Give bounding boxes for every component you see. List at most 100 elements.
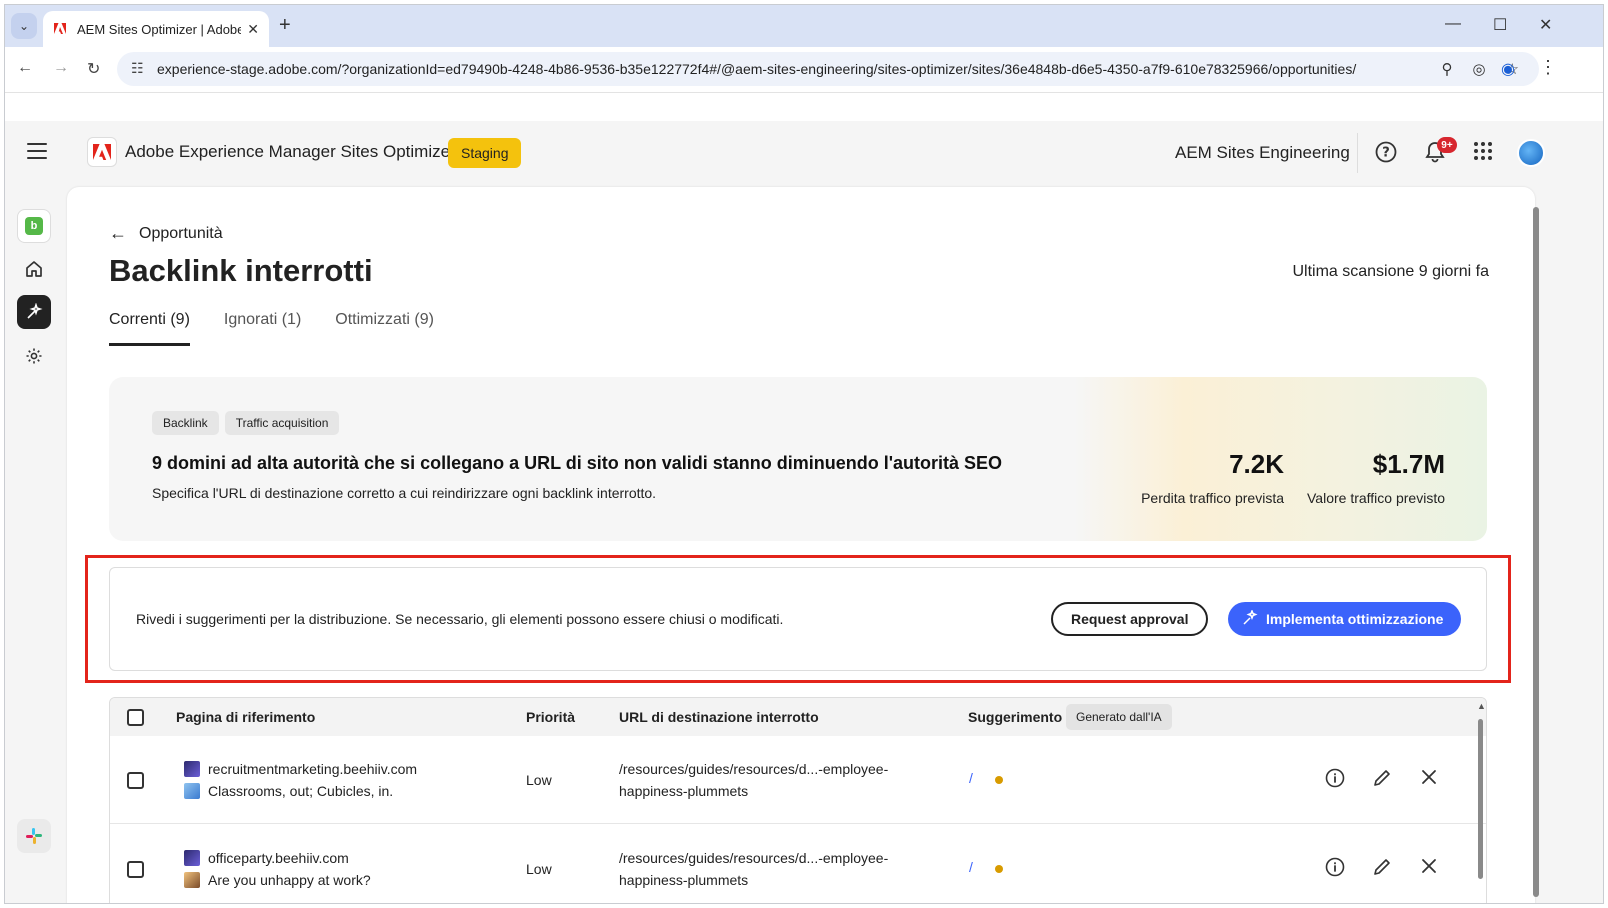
broken-url-line: happiness-plummets (619, 872, 749, 888)
broken-url-line: /resources/guides/resources/d...-employe… (619, 850, 889, 866)
metric-value: 7.2K (1229, 449, 1284, 479)
page-scrollbar[interactable] (1533, 207, 1539, 897)
svg-text:?: ? (1382, 146, 1390, 161)
broken-url-cell: /resources/guides/resources/d...-employe… (619, 758, 888, 802)
deploy-action-bar: Rivedi i suggerimenti per la distribuzio… (109, 567, 1487, 671)
metric-label: Valore traffico previsto (1307, 490, 1445, 506)
info-icon[interactable] (1325, 857, 1345, 883)
back-to-opportunities-link[interactable]: ← Opportunità (109, 223, 223, 244)
referring-page-title: Classrooms, out; Cubicles, in. (208, 783, 394, 799)
back-arrow-icon: ← (109, 223, 127, 243)
browser-toolbar: ← → ↻ ☷ experience-stage.adobe.com/?orga… (5, 47, 1603, 93)
tab-optimized[interactable]: Ottimizzati (9) (335, 311, 434, 346)
row-checkbox[interactable] (127, 861, 144, 878)
reload-icon[interactable]: ↻ (87, 59, 100, 79)
backlinks-table: Pagina di riferimento Priorità URL di de… (109, 697, 1487, 903)
tracking-protection-icon[interactable]: ◎ (1472, 60, 1485, 78)
table-scroll-up-icon[interactable]: ▲ (1477, 701, 1486, 711)
maximize-icon[interactable]: ☐ (1493, 15, 1507, 35)
implement-button-label: Implementa ottimizzazione (1266, 611, 1444, 627)
opportunity-summary-card: Backlink Traffic acquisition 9 domini ad… (109, 377, 1487, 541)
site-info-icon[interactable]: ☷ (131, 60, 144, 77)
table-row: recruitmentmarketing.beehiiv.com Classro… (110, 736, 1486, 824)
help-icon[interactable]: ? (1375, 141, 1397, 169)
home-icon[interactable] (17, 252, 51, 286)
status-dot (995, 865, 1003, 873)
request-approval-button[interactable]: Request approval (1051, 602, 1209, 636)
minimize-icon[interactable]: — (1445, 15, 1461, 33)
page-emoji-icon (184, 783, 200, 799)
tab-current[interactable]: Correnti (9) (109, 311, 190, 346)
column-header-referring-page[interactable]: Pagina di riferimento (176, 709, 315, 725)
notification-count-badge: 9+ (1437, 137, 1457, 153)
apps-grid-icon[interactable] (1473, 141, 1493, 167)
settings-gear-icon[interactable] (17, 339, 51, 373)
browser-profile-icon[interactable]: ◉ (1501, 59, 1515, 79)
hamburger-menu-icon[interactable] (27, 143, 47, 159)
action-bar-message: Rivedi i suggerimenti per la distribuzio… (136, 611, 784, 627)
org-switcher[interactable]: AEM Sites Engineering (1175, 143, 1350, 163)
opportunities-icon[interactable] (17, 295, 51, 329)
broken-url-cell: /resources/guides/resources/d...-employe… (619, 847, 888, 891)
page-title: Backlink interrotti (109, 253, 373, 288)
broken-url-line: happiness-plummets (619, 783, 749, 799)
opportunity-description: Specifica l'URL di destinazione corretto… (152, 485, 657, 501)
opportunity-headline: 9 domini ad alta autorità che si collega… (152, 453, 1003, 473)
column-header-suggestion[interactable]: Suggerimento (968, 709, 1062, 725)
metric-traffic-loss: 7.2K Perdita traffico prevista (1141, 449, 1284, 506)
edit-pencil-icon[interactable] (1372, 768, 1392, 794)
close-window-icon[interactable]: ✕ (1539, 15, 1552, 35)
app-title: Adobe Experience Manager Sites Optimizer (125, 142, 456, 161)
implement-optimization-button[interactable]: Implementa ottimizzazione (1228, 602, 1462, 636)
browser-tab[interactable]: AEM Sites Optimizer | Adobe Ex ✕ (43, 11, 269, 47)
priority-cell: Low (526, 772, 552, 788)
status-tabs: Correnti (9) Ignorati (1) Ottimizzati (9… (109, 311, 434, 346)
address-bar[interactable]: ☷ experience-stage.adobe.com/?organizati… (117, 52, 1539, 86)
tab-close-icon[interactable]: ✕ (247, 21, 259, 38)
referring-domain[interactable]: recruitmentmarketing.beehiiv.com (208, 758, 417, 780)
edit-pencil-icon[interactable] (1372, 857, 1392, 883)
app-shell: Adobe Experience Manager Sites Optimizer… (5, 121, 1603, 903)
table-scrollbar[interactable] (1478, 719, 1483, 879)
forward-arrow-icon[interactable]: → (53, 59, 69, 77)
user-avatar[interactable] (1517, 139, 1545, 167)
metric-traffic-value: $1.7M Valore traffico previsto (1307, 449, 1445, 506)
referring-page-title: Are you unhappy at work? (208, 872, 371, 888)
row-checkbox[interactable] (127, 772, 144, 789)
column-header-broken-url[interactable]: URL di destinazione interrotto (619, 709, 819, 725)
broken-url-line: /resources/guides/resources/d...-employe… (619, 761, 889, 777)
metric-label: Perdita traffico prevista (1141, 490, 1284, 506)
back-link-label: Opportunità (139, 224, 223, 242)
table-header: Pagina di riferimento Priorità URL di de… (110, 698, 1486, 736)
select-all-checkbox[interactable] (127, 709, 144, 726)
last-scan-text: Ultima scansione 9 giorni fa (1292, 263, 1489, 280)
new-tab-button[interactable]: + (279, 14, 291, 37)
environment-badge: Staging (448, 138, 522, 168)
zoom-icon[interactable]: ⚲ (1441, 60, 1452, 78)
page-emoji-icon (184, 872, 200, 888)
suggestion-value[interactable]: / (969, 859, 973, 875)
ai-generated-badge: Generato dall'IA (1066, 704, 1172, 730)
slack-icon[interactable] (17, 819, 51, 853)
info-icon[interactable] (1325, 768, 1345, 794)
table-row: officeparty.beehiiv.com Are you unhappy … (110, 825, 1486, 903)
metric-value: $1.7M (1372, 449, 1445, 479)
dismiss-close-icon[interactable] (1420, 857, 1438, 881)
referring-page-cell: recruitmentmarketing.beehiiv.com Classro… (184, 758, 417, 802)
column-header-priority[interactable]: Priorità (526, 709, 575, 725)
tag-chip: Backlink (152, 411, 219, 435)
left-nav-rail: b (5, 185, 67, 903)
dismiss-close-icon[interactable] (1420, 768, 1438, 792)
site-favicon-icon (184, 850, 200, 866)
tab-search-button[interactable]: ⌄ (11, 13, 37, 39)
suggestion-value[interactable]: / (969, 770, 973, 786)
site-switcher-button[interactable]: b (17, 209, 51, 243)
adobe-favicon-icon (53, 22, 67, 36)
back-arrow-icon[interactable]: ← (17, 59, 33, 77)
tab-ignored[interactable]: Ignorati (1) (224, 311, 301, 346)
referring-page-cell: officeparty.beehiiv.com Are you unhappy … (184, 847, 371, 891)
browser-menu-icon[interactable]: ⋮ (1539, 57, 1557, 78)
magic-wand-icon (1242, 608, 1258, 629)
referring-domain[interactable]: officeparty.beehiiv.com (208, 847, 349, 869)
app-header: Adobe Experience Manager Sites Optimizer… (5, 121, 1603, 185)
